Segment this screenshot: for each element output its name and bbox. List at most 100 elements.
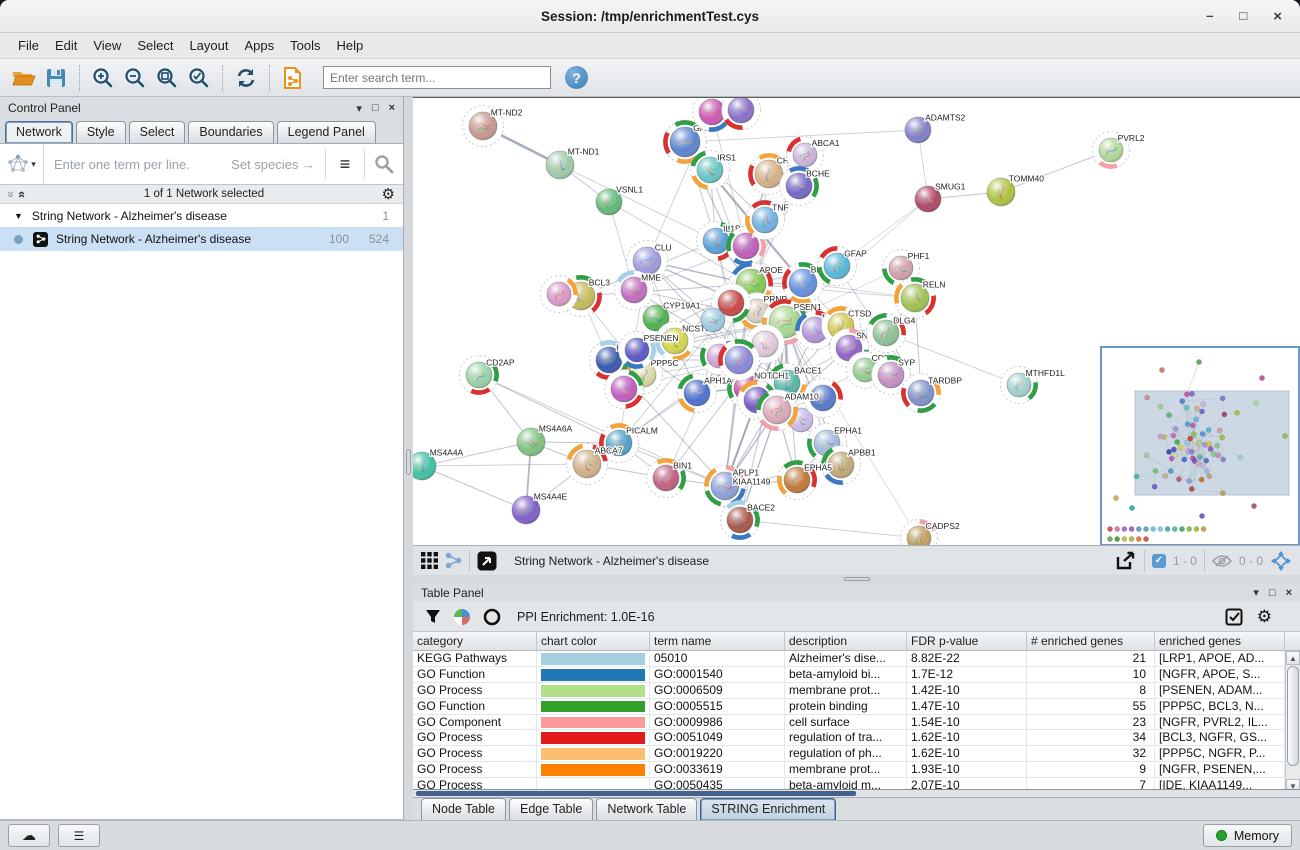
- column-header-category[interactable]: category: [413, 632, 537, 650]
- panel-float-icon[interactable]: □: [372, 102, 379, 114]
- scrollbar-thumb[interactable]: [1287, 666, 1299, 766]
- selected-nodes-checkbox-icon[interactable]: ✓: [1152, 554, 1166, 568]
- network-node-cadps2[interactable]: CADPS2: [901, 520, 960, 546]
- network-node-gfap[interactable]: GFAP: [818, 247, 868, 286]
- minimize-button[interactable]: –: [1206, 8, 1213, 25]
- network-from-file-button[interactable]: [277, 63, 309, 93]
- collapse-all-icon[interactable]: «: [16, 190, 29, 197]
- set-species-label[interactable]: Set species →: [231, 157, 325, 172]
- network-node-reln[interactable]: RELN: [895, 278, 946, 319]
- network-node-pvrl2[interactable]: PVRL2: [1093, 132, 1145, 169]
- network-node-ms4a4a[interactable]: MS4A4A: [413, 448, 464, 481]
- tab-boundaries[interactable]: Boundaries: [188, 121, 273, 143]
- tab-string-enrichment[interactable]: STRING Enrichment: [700, 798, 836, 820]
- scroll-up-arrow[interactable]: ▲: [1286, 651, 1300, 665]
- column-header-FDR-p-value[interactable]: FDR p-value: [907, 632, 1027, 650]
- horizontal-splitter[interactable]: [413, 575, 1300, 583]
- cloud-tasks-button[interactable]: ☁: [8, 824, 50, 847]
- memory-button[interactable]: Memory: [1203, 824, 1292, 847]
- scroll-down-arrow[interactable]: ▼: [1286, 779, 1300, 789]
- network-node[interactable]: [701, 308, 725, 332]
- column-header-enriched-genes[interactable]: enriched genes: [1155, 632, 1285, 650]
- network-node-mme[interactable]: MME: [615, 271, 662, 310]
- column-header-description[interactable]: description: [785, 632, 907, 650]
- task-history-button[interactable]: ☰: [58, 824, 100, 847]
- table-row[interactable]: GO ProcessGO:0033619membrane prot...1.93…: [413, 762, 1300, 778]
- network-collection-row[interactable]: ▼ String Network - Alzheimer's disease 1: [0, 204, 403, 227]
- network-node-tnf[interactable]: TNF: [746, 201, 789, 240]
- save-session-button[interactable]: [40, 63, 72, 93]
- menu-item-layout[interactable]: Layout: [181, 36, 236, 55]
- panel-close-icon[interactable]: ×: [1286, 587, 1292, 599]
- network-node-tardbp[interactable]: TARDBP: [902, 374, 963, 413]
- menu-item-edit[interactable]: Edit: [47, 36, 85, 55]
- network-node-bace2[interactable]: BACE2: [721, 501, 776, 540]
- tab-edge-table[interactable]: Edge Table: [509, 798, 593, 820]
- network-node-picalm[interactable]: PICALM: [600, 424, 658, 463]
- network-node-adamts2[interactable]: ADAMTS2: [905, 112, 966, 143]
- ring-chart-icon[interactable]: [483, 608, 501, 626]
- select-rows-icon[interactable]: [1225, 608, 1243, 626]
- network-node-epha5[interactable]: EPHA5: [778, 461, 833, 500]
- table-row[interactable]: GO ComponentGO:0009986cell surface1.54E-…: [413, 715, 1300, 731]
- table-row[interactable]: GO FunctionGO:0001540beta-amyloid bi...1…: [413, 667, 1300, 683]
- string-search-button[interactable]: [365, 144, 403, 184]
- zoom-selected-button[interactable]: [183, 63, 215, 93]
- menu-item-view[interactable]: View: [85, 36, 129, 55]
- network-node-bche[interactable]: BCHE: [780, 167, 831, 206]
- tab-node-table[interactable]: Node Table: [421, 798, 506, 820]
- network-node-smug1[interactable]: SMUG1: [915, 181, 966, 212]
- panel-menu-icon[interactable]: ▾: [356, 102, 362, 115]
- close-button[interactable]: ×: [1273, 8, 1282, 25]
- zoom-fit-button[interactable]: [151, 63, 183, 93]
- network-list-gear-icon[interactable]: ⚙: [382, 185, 395, 203]
- string-app-icon[interactable]: [477, 551, 497, 571]
- network-node-abca7[interactable]: ABCA7: [567, 444, 623, 485]
- table-row[interactable]: GO ProcessGO:0051049regulation of tra...…: [413, 730, 1300, 746]
- vertical-splitter[interactable]: [404, 97, 413, 820]
- network-canvas[interactable]: MT-ND2MT-ND1VSNL1GAB2IRS1CHATABCA1BCHEIL…: [413, 97, 1300, 545]
- column-header--enriched-genes[interactable]: # enriched genes: [1027, 632, 1155, 650]
- table-row[interactable]: KEGG Pathways05010Alzheimer's dise...8.8…: [413, 651, 1300, 667]
- enrichment-chart-icon[interactable]: [453, 608, 471, 626]
- table-horizontal-scrollbar[interactable]: [413, 789, 1300, 797]
- menu-item-select[interactable]: Select: [129, 36, 181, 55]
- network-node[interactable]: [722, 98, 761, 130]
- search-input[interactable]: [323, 66, 551, 89]
- menu-item-apps[interactable]: Apps: [237, 36, 283, 55]
- export-network-icon[interactable]: [1115, 551, 1137, 571]
- hidden-eye-icon[interactable]: [1212, 554, 1232, 568]
- menu-item-tools[interactable]: Tools: [282, 36, 328, 55]
- maximize-button[interactable]: □: [1239, 8, 1247, 25]
- column-header-chart-color[interactable]: chart color: [537, 632, 650, 650]
- grid-view-icon[interactable]: [421, 552, 438, 569]
- tree-collapse-icon[interactable]: ▼: [14, 211, 23, 221]
- table-settings-gear-icon[interactable]: ⚙: [1257, 607, 1272, 627]
- network-node-irs1[interactable]: IRS1: [691, 151, 737, 190]
- table-row[interactable]: GO ProcessGO:0019220regulation of ph...1…: [413, 746, 1300, 762]
- filter-icon[interactable]: [425, 609, 441, 625]
- menu-item-help[interactable]: Help: [329, 36, 372, 55]
- tab-network-table[interactable]: Network Table: [596, 798, 697, 820]
- network-row-selected[interactable]: String Network - Alzheimer's disease 100…: [0, 227, 403, 251]
- network-node-ms4a4e[interactable]: MS4A4E: [512, 492, 568, 525]
- network-node-dlg4[interactable]: DLG4: [867, 314, 916, 353]
- table-row[interactable]: GO ProcessGO:0006509membrane prot...1.42…: [413, 683, 1300, 699]
- panel-menu-icon[interactable]: ▾: [1253, 586, 1259, 599]
- network-node[interactable]: [605, 370, 644, 409]
- network-node[interactable]: [541, 276, 578, 313]
- help-button[interactable]: ?: [565, 66, 588, 89]
- table-row[interactable]: GO FunctionGO:0005515protein binding1.47…: [413, 699, 1300, 715]
- string-term-input[interactable]: [44, 156, 231, 173]
- tab-select[interactable]: Select: [129, 121, 186, 143]
- zoom-out-button[interactable]: [119, 63, 151, 93]
- network-node-mthfd1l[interactable]: MTHFD1L: [1001, 367, 1066, 404]
- table-row[interactable]: GO ProcessGO:0050435beta-amyloid m...2.0…: [413, 778, 1300, 789]
- network-share-icon[interactable]: [445, 552, 462, 569]
- refresh-button[interactable]: [230, 63, 262, 93]
- network-node-bin1[interactable]: BIN1: [647, 459, 693, 498]
- birds-eye-view[interactable]: [1100, 346, 1300, 545]
- panel-close-icon[interactable]: ×: [389, 102, 395, 114]
- network-node-vsnl1[interactable]: VSNL1: [596, 184, 643, 215]
- string-options-button[interactable]: ≡: [326, 144, 364, 184]
